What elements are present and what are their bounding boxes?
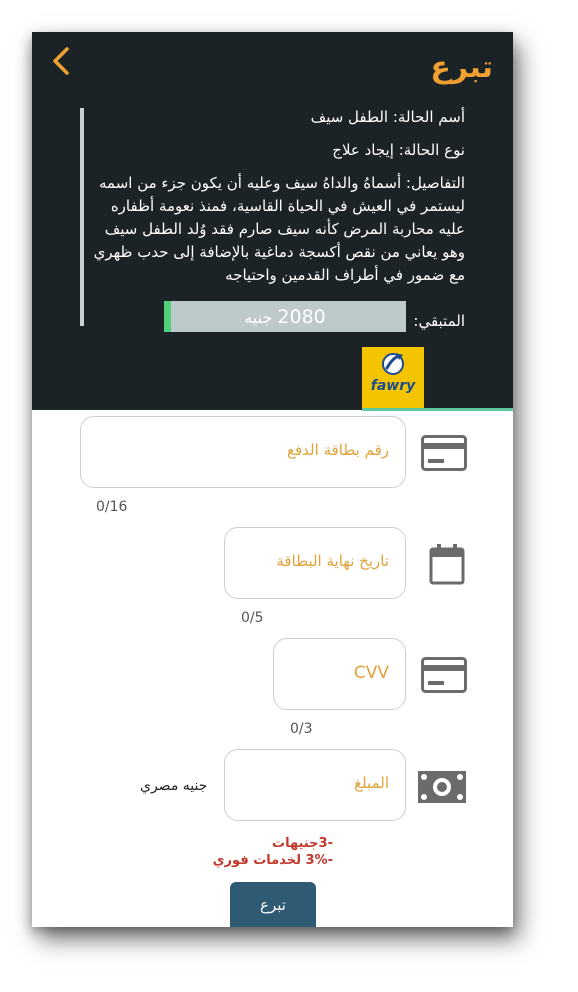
remaining-amount: 2080 bbox=[277, 306, 326, 328]
credit-card-icon bbox=[421, 657, 467, 697]
chevron-left-icon[interactable] bbox=[52, 46, 70, 82]
cvv-counter: 0/3 bbox=[290, 721, 313, 737]
case-name-row: أسم الحالة: الطفل سيف bbox=[85, 108, 465, 126]
fee-percent: -3% لخدمات فوري bbox=[212, 853, 333, 868]
calendar-icon bbox=[429, 543, 465, 589]
fee-fixed: -3جنيهات bbox=[272, 836, 333, 851]
case-type: إيجاد علاج bbox=[332, 141, 394, 159]
donate-button[interactable]: تبرع bbox=[230, 882, 316, 927]
amount-input[interactable]: المبلغ bbox=[224, 749, 406, 821]
banknote-icon bbox=[418, 771, 466, 807]
remaining-currency: جنيه bbox=[244, 308, 273, 327]
tab-indicator bbox=[362, 408, 513, 411]
case-type-label: نوع الحالة: bbox=[398, 141, 465, 159]
remaining-progress-bar: 2080 جنيه bbox=[164, 301, 406, 332]
cvv-placeholder: CVV bbox=[353, 663, 389, 683]
fawry-label: fawry bbox=[370, 378, 416, 394]
remaining-label: المتبقي: bbox=[413, 312, 465, 330]
currency-label: جنيه مصري bbox=[140, 778, 208, 794]
amount-placeholder: المبلغ bbox=[354, 774, 389, 792]
fawry-logo-icon bbox=[382, 353, 404, 375]
case-header: تبرع أسم الحالة: الطفل سيف نوع الحالة: إ… bbox=[32, 32, 513, 411]
card-number-counter: 0/16 bbox=[96, 499, 128, 515]
case-type-row: نوع الحالة: إيجاد علاج bbox=[85, 141, 465, 159]
case-details[interactable]: التفاصيل: أسماهُ والداهُ سيف وعليه أن يك… bbox=[85, 172, 465, 294]
page-title: تبرع bbox=[430, 50, 493, 85]
cvv-input[interactable]: CVV bbox=[273, 638, 406, 710]
fawry-tab[interactable]: fawry bbox=[362, 347, 424, 408]
details-label: التفاصيل: bbox=[405, 174, 465, 192]
details-scrollbar[interactable] bbox=[80, 108, 84, 326]
card-number-input[interactable]: رقم بطاقة الدفع bbox=[80, 416, 406, 488]
expiry-date-counter: 0/5 bbox=[241, 610, 264, 626]
case-name-label: أسم الحالة: bbox=[392, 108, 465, 126]
case-name: الطفل سيف bbox=[310, 108, 389, 126]
expiry-date-placeholder: تاريخ نهاية البطاقة bbox=[276, 552, 389, 570]
card-number-placeholder: رقم بطاقة الدفع bbox=[287, 441, 389, 459]
app-screen: تبرع أسم الحالة: الطفل سيف نوع الحالة: إ… bbox=[32, 32, 513, 927]
expiry-date-input[interactable]: تاريخ نهاية البطاقة bbox=[224, 527, 406, 599]
credit-card-icon bbox=[421, 435, 467, 475]
remaining-amount-text: 2080 جنيه bbox=[164, 306, 406, 328]
